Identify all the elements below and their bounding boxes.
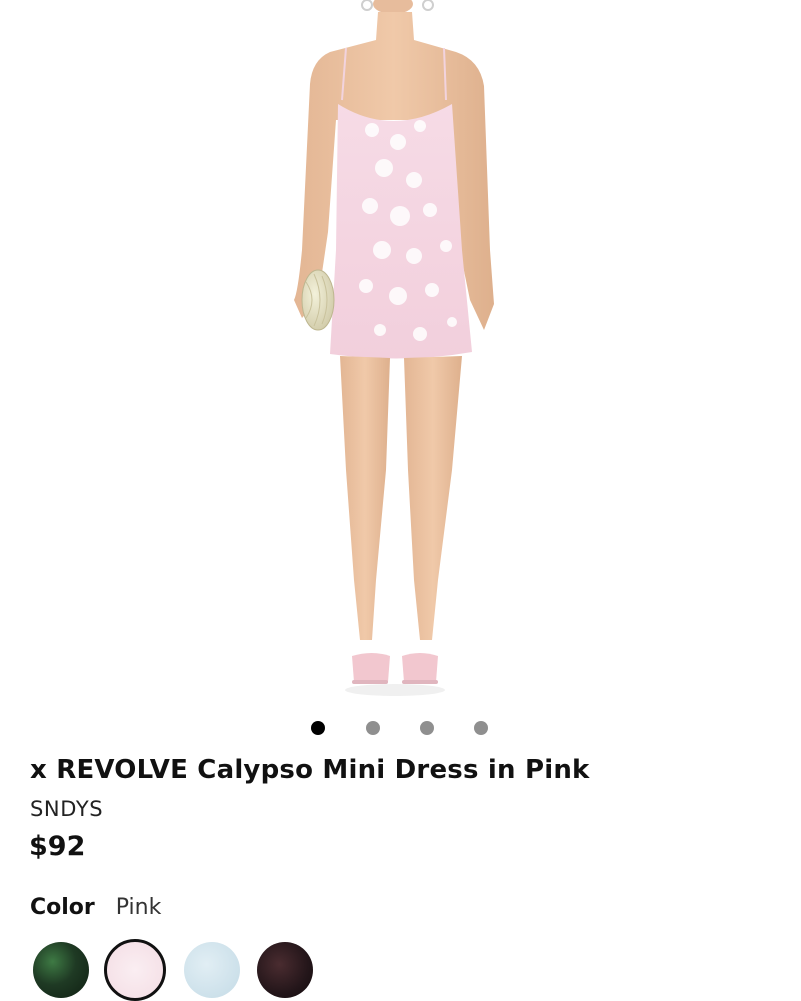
selected-color-value: Pink — [115, 895, 162, 920]
image-carousel-dots — [0, 719, 801, 737]
carousel-dot-1[interactable] — [311, 721, 325, 735]
color-selector-header: Color Pink — [30, 895, 161, 920]
model-photo — [294, 0, 494, 696]
product-price: $92 — [29, 831, 86, 862]
dark-swatch[interactable] — [257, 942, 313, 998]
brand-link[interactable]: SNDYS — [30, 797, 103, 821]
product-image[interactable] — [0, 0, 801, 705]
color-swatches — [0, 938, 801, 1001]
pink-swatch[interactable] — [104, 939, 166, 1001]
color-label: Color — [30, 895, 95, 920]
carousel-dot-2[interactable] — [366, 721, 380, 735]
green-pattern-swatch[interactable] — [33, 942, 89, 998]
carousel-dot-3[interactable] — [420, 721, 434, 735]
light-blue-swatch[interactable] — [184, 942, 240, 998]
carousel-dot-4[interactable] — [474, 721, 488, 735]
product-title: x REVOLVE Calypso Mini Dress in Pink — [30, 755, 590, 785]
